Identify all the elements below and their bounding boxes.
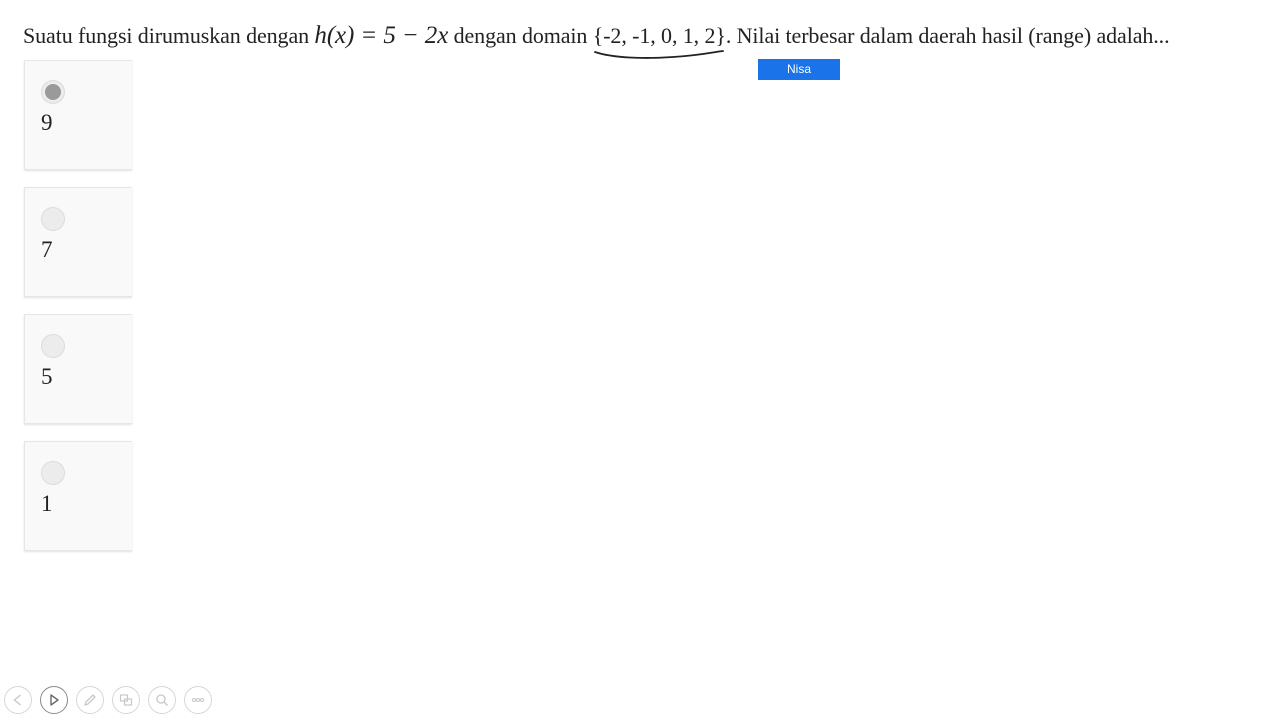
answer-option[interactable]: 9: [24, 60, 132, 170]
answer-option[interactable]: 7: [24, 187, 132, 297]
question-text-after: . Nilai terbesar dalam daerah hasil (ran…: [725, 23, 1170, 48]
answer-option[interactable]: 5: [24, 314, 132, 424]
zoom-icon[interactable]: [148, 686, 176, 714]
domain-set: {-2, -1, 0, 1, 2}: [593, 18, 726, 59]
answer-options: 9 7 5 1: [24, 60, 144, 568]
question-text-middle: dengan domain: [448, 23, 593, 48]
ink-underline-stroke: [593, 50, 724, 59]
math-function: h(x) = 5 − 2x: [314, 22, 449, 49]
radio-button[interactable]: [41, 461, 65, 485]
slides-icon[interactable]: [112, 686, 140, 714]
option-label: 9: [41, 110, 53, 135]
radio-button[interactable]: [41, 207, 65, 231]
pen-icon[interactable]: [76, 686, 104, 714]
previous-icon[interactable]: [4, 686, 32, 714]
question-text: Suatu fungsi dirumuskan dengan h(x) = 5 …: [23, 18, 1263, 59]
more-icon[interactable]: [184, 686, 212, 714]
next-icon[interactable]: [40, 686, 68, 714]
radio-button[interactable]: [41, 334, 65, 358]
presentation-toolbar: [4, 686, 212, 716]
radio-button-selected[interactable]: [41, 80, 65, 104]
option-label: 1: [41, 491, 53, 516]
option-label: 7: [41, 237, 53, 262]
annotation-author-tag: Nisa: [758, 59, 840, 80]
question-text-before: Suatu fungsi dirumuskan dengan: [23, 23, 315, 48]
option-label: 5: [41, 364, 53, 389]
slide-canvas: Suatu fungsi dirumuskan dengan h(x) = 5 …: [0, 0, 1280, 720]
answer-option[interactable]: 1: [24, 441, 132, 551]
